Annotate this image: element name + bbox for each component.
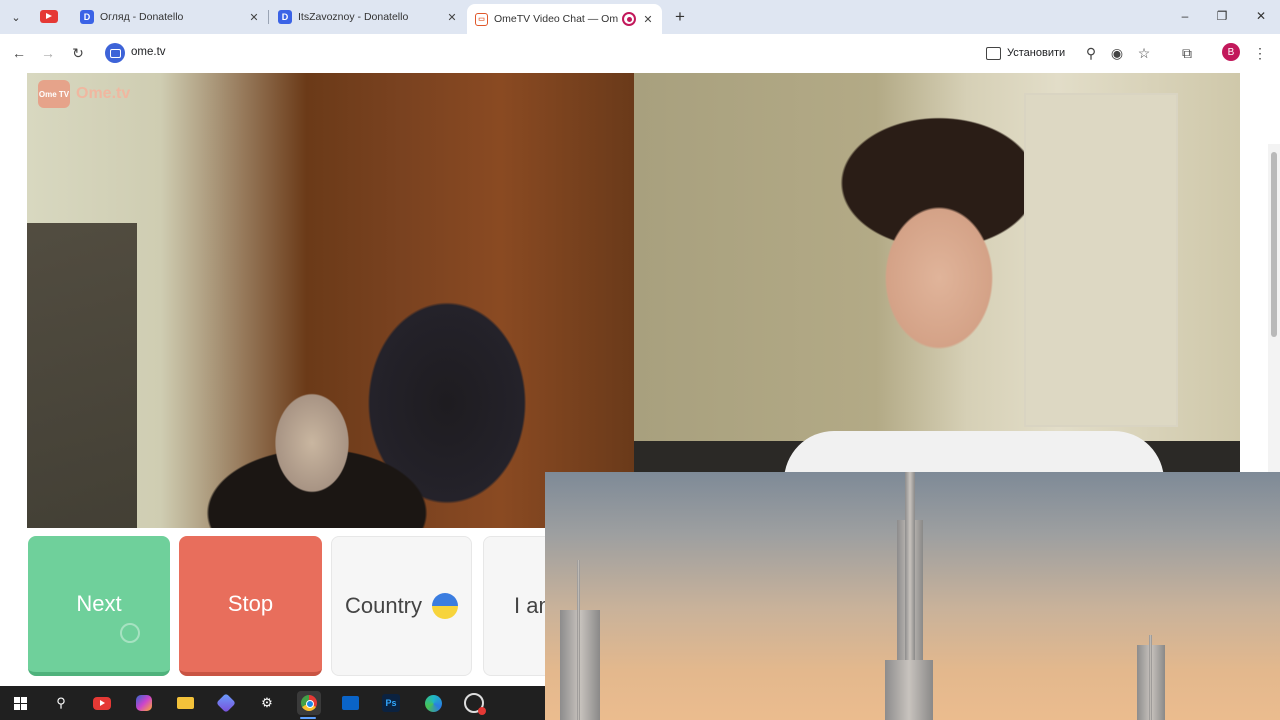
forward-arrow-icon[interactable]: → — [37, 42, 59, 64]
outlook-icon[interactable] — [338, 691, 362, 715]
video-background — [1024, 93, 1178, 427]
chrome-icon[interactable] — [297, 691, 321, 715]
search-icon[interactable]: ⚲ — [49, 691, 73, 715]
settings-gear-icon[interactable]: ⚙ — [255, 691, 279, 715]
ometv-logo-text: Ome.tv — [76, 85, 131, 102]
install-app-button[interactable]: Установити — [986, 42, 1065, 64]
tab-title: Огляд - Donatello — [100, 11, 184, 23]
obs-icon[interactable] — [462, 691, 486, 715]
tab-overview[interactable]: D Огляд - Donatello ✕ — [72, 4, 268, 30]
new-tab-button[interactable]: + — [670, 7, 690, 27]
video-background — [27, 223, 137, 528]
ometv-icon: ▭ — [475, 12, 488, 26]
close-tab-icon[interactable]: ✕ — [640, 11, 656, 27]
stop-label: Stop — [227, 591, 274, 616]
ometv-logo-badge: Ome TV — [38, 80, 70, 108]
minimize-button[interactable]: – — [1170, 4, 1200, 28]
edge-icon[interactable] — [421, 691, 445, 715]
stop-button[interactable]: Stop — [179, 536, 322, 676]
address-bar[interactable]: ome.tv — [98, 38, 978, 68]
copilot-icon[interactable] — [132, 691, 156, 715]
tab-search-icon[interactable]: ⌄ — [6, 8, 26, 26]
skyline-overlay-image — [545, 472, 1280, 720]
tab-title: ItsZavoznoy - Donatello — [298, 11, 409, 23]
site-camera-icon — [105, 43, 125, 63]
extensions-icon[interactable]: ⧉ — [1176, 42, 1198, 64]
file-explorer-icon[interactable] — [173, 691, 197, 715]
donatello-icon: D — [80, 10, 94, 24]
browser-tab-strip: ⌄ D Огляд - Donatello ✕ D ItsZavoznoy - … — [0, 0, 1280, 34]
building-spire — [1149, 635, 1152, 720]
next-label: Next — [76, 591, 122, 616]
url-text: ome.tv — [131, 46, 166, 58]
youtube-icon[interactable] — [90, 691, 114, 715]
building-spire — [577, 560, 580, 720]
recording-icon — [622, 12, 636, 26]
skyscraper — [885, 660, 933, 720]
zoom-icon[interactable]: ⚲ — [1080, 42, 1102, 64]
video-background — [784, 431, 1164, 473]
country-label: Country — [344, 593, 423, 618]
gender-button[interactable]: I am — [483, 536, 553, 676]
close-window-button[interactable]: ✕ — [1246, 4, 1276, 28]
building — [560, 610, 600, 720]
tab-itszavoznoy[interactable]: D ItsZavoznoy - Donatello ✕ — [270, 4, 466, 30]
loading-spinner-icon — [120, 623, 140, 643]
donatello-icon: D — [278, 10, 292, 24]
profile-avatar[interactable]: B — [1222, 43, 1240, 61]
maximize-button[interactable]: ❐ — [1207, 4, 1237, 28]
menu-dots-icon[interactable]: ⋮ — [1249, 42, 1271, 64]
close-tab-icon[interactable]: ✕ — [246, 9, 262, 25]
next-button[interactable]: Next — [28, 536, 170, 676]
back-arrow-icon[interactable]: ← — [8, 42, 30, 64]
bookmark-star-icon[interactable]: ☆ — [1133, 42, 1155, 64]
country-button[interactable]: Country — [331, 536, 472, 676]
reload-icon[interactable]: ↻ — [67, 42, 89, 64]
scrollbar-thumb[interactable] — [1271, 152, 1277, 337]
youtube-pinned-tab[interactable] — [40, 10, 58, 23]
install-label: Установити — [1007, 47, 1066, 59]
tab-title: OmeTV Video Chat — Ome — [494, 13, 618, 25]
install-icon — [986, 46, 1001, 60]
tab-separator — [268, 10, 269, 24]
ukraine-flag-icon — [432, 593, 459, 619]
windows-taskbar: ⚲ ⚙ Ps — [0, 686, 545, 720]
partner-video-feed — [634, 73, 1240, 473]
self-video-feed: Ome TV Ome.tv — [27, 73, 634, 528]
photoshop-icon[interactable]: Ps — [379, 691, 403, 715]
app-icon[interactable] — [214, 691, 238, 715]
windows-start-icon[interactable] — [8, 691, 32, 715]
close-tab-icon[interactable]: ✕ — [444, 9, 460, 25]
tab-ometv[interactable]: ▭ OmeTV Video Chat — Ome ✕ — [467, 4, 662, 34]
active-app-indicator — [300, 717, 316, 719]
ometv-logo: Ome TV Ome.tv — [38, 80, 130, 108]
eye-off-icon[interactable]: ◉ — [1106, 42, 1128, 64]
